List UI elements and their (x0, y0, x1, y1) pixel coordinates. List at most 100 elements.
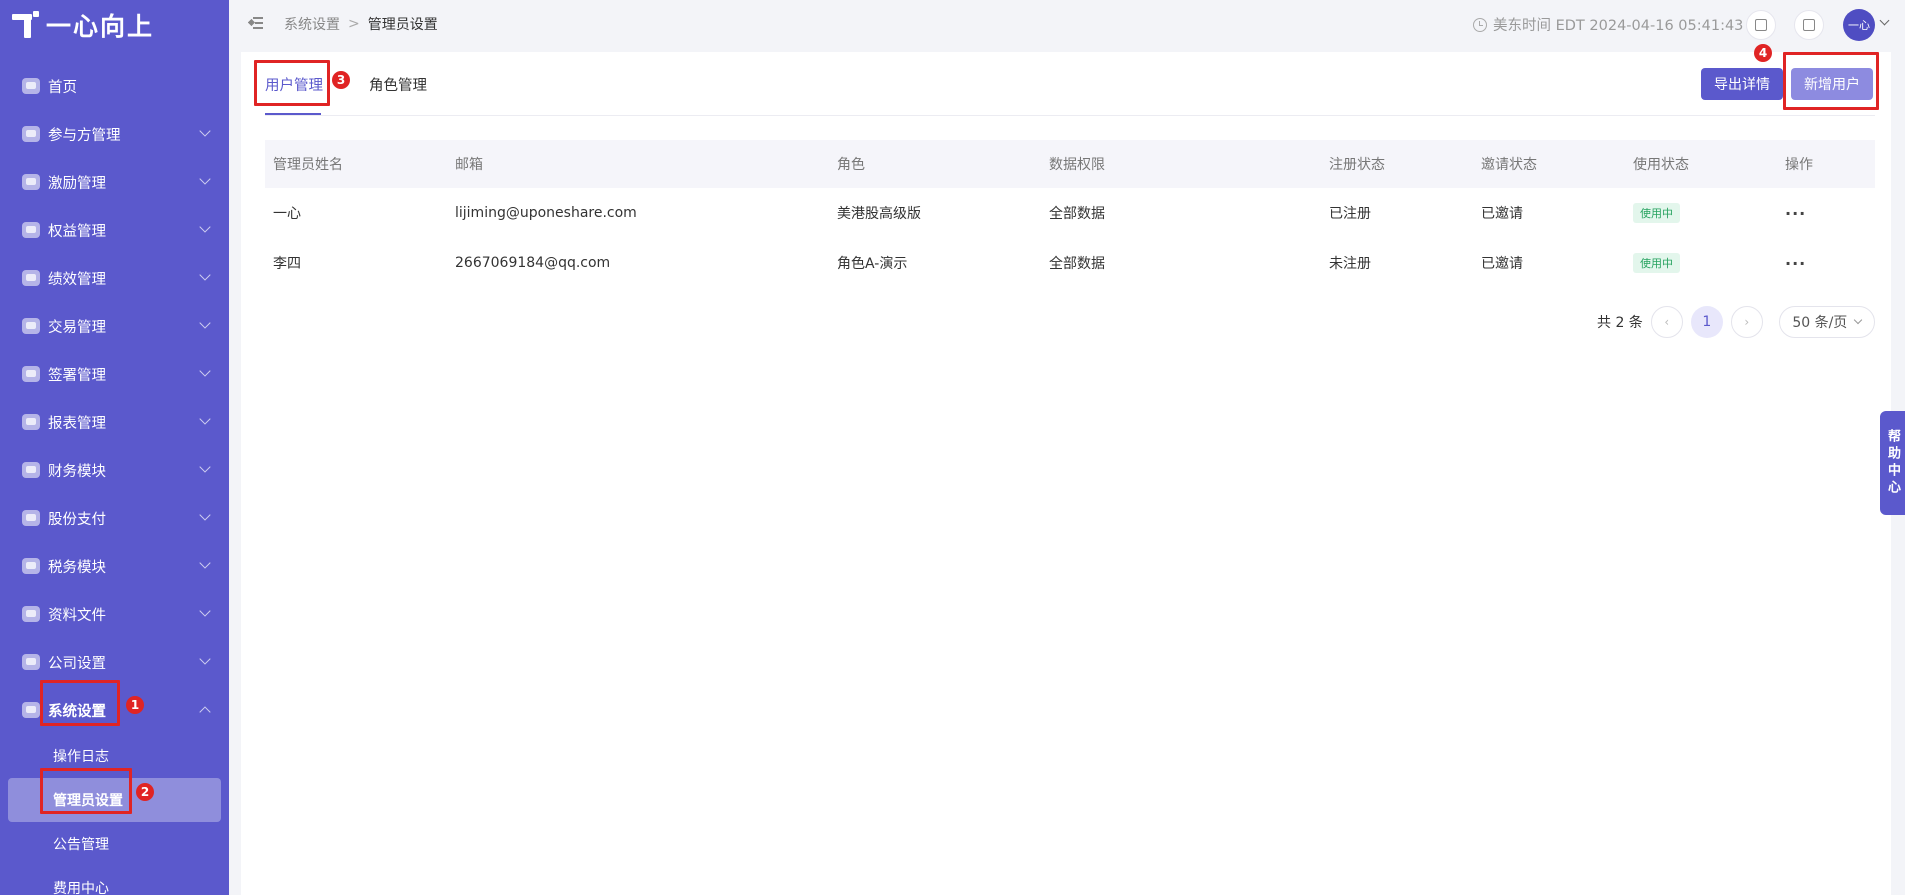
chevron-down-icon (199, 365, 211, 377)
sidebar: 一心向上 首页 参与方管理 激励管理 权益管理 绩效管理 交易管理 签署管理 报… (0, 0, 229, 895)
tab-role-management[interactable]: 角色管理 (369, 74, 427, 95)
sidebar-item-label: 税务模块 (48, 559, 106, 576)
column-header-email: 邮箱 (455, 157, 483, 173)
tax-icon (22, 558, 40, 574)
cell-use-status: 使用中 (1625, 238, 1777, 288)
tab-user-management[interactable]: 用户管理 (265, 74, 323, 95)
chevron-down-icon (199, 509, 211, 521)
sidebar-item-label: 激励管理 (48, 175, 106, 192)
equity-icon (22, 222, 40, 238)
settings-icon (22, 702, 40, 718)
chevron-up-icon (199, 706, 211, 718)
cell-name: 一心 (273, 206, 301, 222)
table-row: 李四 2667069184@qq.com 角色A-演示 全部数据 未注册 已邀请… (265, 238, 1875, 288)
page-size-value: 50 条/页 (1792, 315, 1848, 331)
participants-icon (22, 126, 40, 142)
sidebar-item-reports[interactable]: 报表管理 (0, 398, 229, 446)
sidebar-item-label: 签署管理 (48, 367, 106, 384)
sidebar-item-label: 参与方管理 (48, 127, 121, 144)
task-button[interactable] (1746, 10, 1776, 40)
sidebar-subitem-billing[interactable]: 费用中心 (0, 866, 229, 895)
sidebar-item-label: 权益管理 (48, 223, 106, 240)
annotation-badge-3: 3 (332, 71, 350, 89)
status-badge: 使用中 (1633, 253, 1680, 273)
sidebar-subitem-operation-log[interactable]: 操作日志 (0, 734, 229, 778)
chevron-down-icon (199, 269, 211, 281)
sidebar-subitem-announcements[interactable]: 公告管理 (0, 822, 229, 866)
column-header-use-status: 使用状态 (1633, 157, 1689, 173)
sidebar-item-company-settings[interactable]: 公司设置 (0, 638, 229, 686)
sidebar-item-system-settings[interactable]: 系统设置 (0, 686, 229, 734)
topbar: 系统设置 > 管理员设置 美东时间 EDT 2024-04-16 05:41:4… (229, 0, 1905, 48)
add-user-button[interactable]: 新增用户 (1791, 68, 1873, 100)
cell-role: 角色A-演示 (837, 256, 908, 272)
export-details-button[interactable]: 导出详情 (1701, 68, 1783, 100)
main-card: 用户管理 角色管理 导出详情 新增用户 管理员姓名 邮箱 角色 数据权限 注册状… (241, 52, 1891, 895)
breadcrumb-item-system-settings[interactable]: 系统设置 (284, 14, 340, 34)
cell-email: 2667069184@qq.com (455, 255, 611, 271)
column-header-name: 管理员姓名 (273, 157, 343, 173)
next-page-button[interactable]: › (1730, 306, 1763, 338)
sidebar-item-participants[interactable]: 参与方管理 (0, 110, 229, 158)
sidebar-item-performance[interactable]: 绩效管理 (0, 254, 229, 302)
cell-actions: ··· (1777, 188, 1875, 238)
sidebar-item-label: 系统设置 (48, 703, 106, 720)
sidebar-item-label: 资料文件 (48, 607, 106, 624)
annotation-badge-4: 4 (1754, 44, 1772, 62)
prev-page-button[interactable]: ‹ (1650, 306, 1683, 338)
page-number-current[interactable]: 1 (1690, 306, 1723, 338)
column-header-actions: 操作 (1785, 157, 1813, 173)
sidebar-item-label: 公司设置 (48, 655, 106, 672)
performance-icon (22, 270, 40, 286)
column-header-data-scope: 数据权限 (1049, 157, 1105, 173)
finance-icon (22, 462, 40, 478)
sidebar-item-home[interactable]: 首页 (0, 62, 229, 110)
help-center-button[interactable]: 帮助中心 (1880, 411, 1905, 515)
sidebar-item-finance[interactable]: 财务模块 (0, 446, 229, 494)
cell-invite-status: 已邀请 (1481, 256, 1523, 272)
sidebar-item-label: 交易管理 (48, 319, 106, 336)
share-payment-icon (22, 510, 40, 526)
more-actions-button[interactable]: ··· (1785, 204, 1806, 223)
home-icon (22, 78, 40, 94)
cell-data-scope: 全部数据 (1049, 256, 1105, 272)
sidebar-item-tax[interactable]: 税务模块 (0, 542, 229, 590)
column-header-reg-status: 注册状态 (1329, 157, 1385, 173)
sidebar-item-label: 报表管理 (48, 415, 106, 432)
more-actions-button[interactable]: ··· (1785, 254, 1806, 273)
logo[interactable]: 一心向上 (12, 9, 154, 41)
reports-icon (22, 414, 40, 430)
column-header-invite-status: 邀请状态 (1481, 157, 1537, 173)
sidebar-item-trading[interactable]: 交易管理 (0, 302, 229, 350)
sidebar-item-incentive[interactable]: 激励管理 (0, 158, 229, 206)
clipboard-icon (1755, 19, 1767, 31)
sidebar-item-equity[interactable]: 权益管理 (0, 206, 229, 254)
sidebar-item-label: 股份支付 (48, 511, 106, 528)
sidebar-nav: 首页 参与方管理 激励管理 权益管理 绩效管理 交易管理 签署管理 报表管理 财… (0, 62, 229, 895)
sidebar-item-label: 绩效管理 (48, 271, 106, 288)
avatar[interactable]: 一心 (1843, 9, 1875, 41)
chevron-down-icon (199, 125, 211, 137)
sidebar-subitem-label: 管理员设置 (53, 793, 123, 809)
collapse-menu-icon[interactable] (247, 17, 263, 29)
sidebar-item-share-payment[interactable]: 股份支付 (0, 494, 229, 542)
sidebar-subitem-label: 费用中心 (53, 881, 109, 895)
incentive-icon (22, 174, 40, 190)
sidebar-item-signing[interactable]: 签署管理 (0, 350, 229, 398)
chevron-down-icon (199, 653, 211, 665)
chevron-down-icon[interactable] (1879, 15, 1890, 26)
sidebar-item-label: 财务模块 (48, 463, 106, 480)
column-header-role: 角色 (837, 157, 865, 173)
cell-actions: ··· (1777, 238, 1875, 288)
sidebar-subitem-label: 公告管理 (53, 837, 109, 853)
sidebar-subitem-label: 操作日志 (53, 749, 109, 765)
cell-role: 美港股高级版 (837, 206, 921, 222)
sidebar-item-documents[interactable]: 资料文件 (0, 590, 229, 638)
sidebar-subitem-admin-settings[interactable]: 管理员设置 (8, 778, 221, 822)
page-size-select[interactable]: 50 条/页 (1778, 306, 1875, 338)
time-text: 美东时间 EDT 2024-04-16 05:41:43 (1493, 18, 1744, 34)
chevron-down-icon (199, 221, 211, 233)
fullscreen-button[interactable] (1794, 10, 1824, 40)
signing-icon (22, 366, 40, 382)
chevron-down-icon (199, 413, 211, 425)
